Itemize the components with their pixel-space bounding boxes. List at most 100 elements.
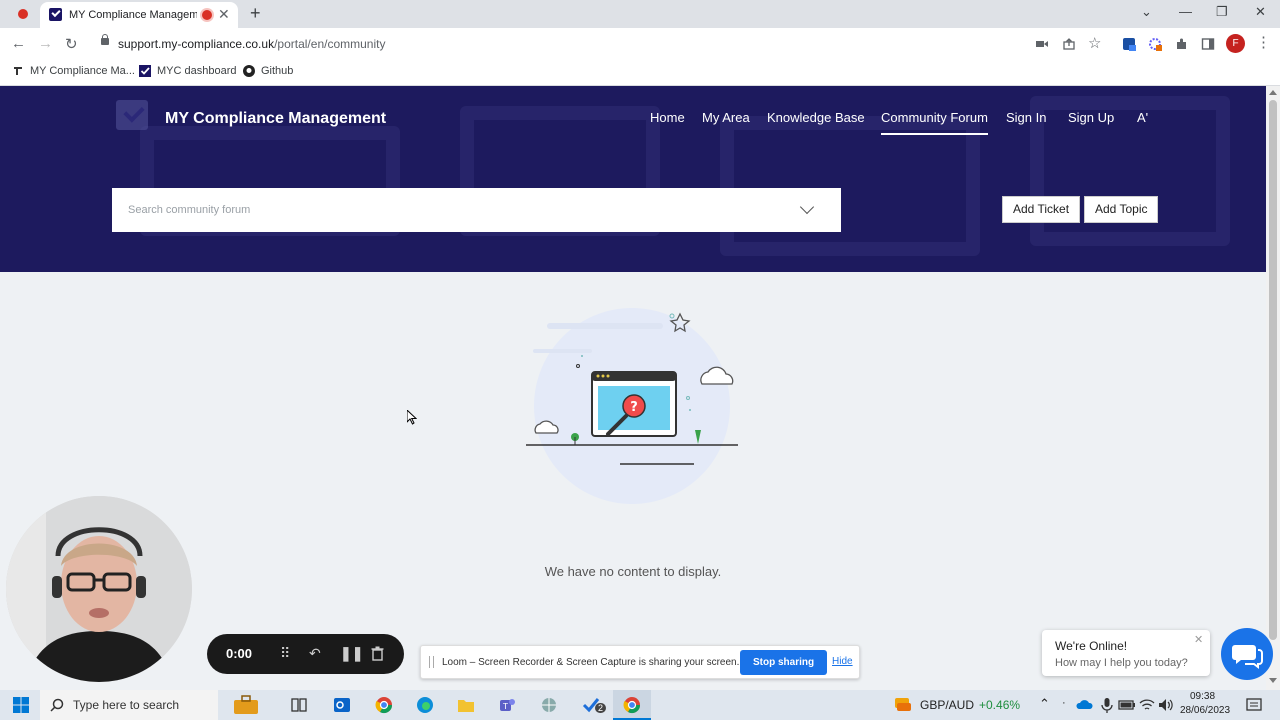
add-ticket-button[interactable]: Add Ticket	[1002, 196, 1081, 223]
bookmark-label: Github	[261, 65, 294, 77]
accessibility-font-icon[interactable]: A'	[1137, 110, 1148, 125]
minimize-icon[interactable]: —	[1179, 4, 1192, 19]
share-message: Loom – Screen Recorder & Screen Capture …	[442, 657, 740, 668]
nav-home[interactable]: Home	[650, 110, 685, 125]
globe-app-icon[interactable]	[540, 696, 558, 714]
chat-close-icon[interactable]: ✕	[1194, 633, 1203, 646]
address-bar[interactable]: support.my-compliance.co.uk/portal/en/co…	[92, 32, 1112, 56]
tray-chevron-icon[interactable]: ⌃	[1039, 696, 1050, 712]
windows-start-icon[interactable]	[12, 696, 30, 714]
outlook-icon[interactable]	[333, 696, 351, 714]
url-text: support.my-compliance.co.uk/portal/en/co…	[118, 37, 386, 51]
window-close-icon[interactable]: ✕	[1255, 4, 1266, 20]
scroll-up-icon[interactable]	[1269, 90, 1277, 95]
taskbar-search[interactable]: Type here to search	[40, 690, 258, 720]
microphone-icon[interactable]	[1098, 696, 1116, 714]
scrollbar-thumb[interactable]	[1269, 100, 1277, 640]
bookmark-myc-dashboard[interactable]: MYC dashboard	[139, 65, 237, 77]
mouse-cursor-icon	[407, 410, 417, 425]
nav-my-area[interactable]: My Area	[702, 110, 750, 125]
add-topic-button[interactable]: Add Topic	[1084, 196, 1159, 223]
search-input[interactable]	[112, 188, 792, 232]
undo-icon[interactable]: ↶	[309, 645, 321, 662]
share-icon[interactable]	[1062, 37, 1076, 51]
bookmark-my-compliance[interactable]: MY Compliance Ma...	[12, 65, 135, 77]
chrome-icon[interactable]	[375, 696, 393, 714]
clock-date[interactable]: 28/06/2023	[1180, 705, 1230, 716]
currency-change: +0.46%	[979, 698, 1021, 712]
browser-tab-active[interactable]: MY Compliance Managem ✕	[40, 2, 238, 28]
volume-icon[interactable]	[1157, 696, 1175, 714]
onedrive-icon[interactable]	[1076, 696, 1094, 714]
nav-sign-in[interactable]: Sign In	[1006, 110, 1046, 125]
taskbar-chrome-active[interactable]	[613, 690, 651, 720]
restore-icon[interactable]: ❐	[1216, 4, 1228, 20]
forward-icon[interactable]: →	[38, 35, 53, 52]
wifi-icon[interactable]	[1138, 696, 1156, 714]
extension-blue-icon[interactable]	[1122, 37, 1136, 51]
extensions-puzzle-icon[interactable]	[1175, 37, 1189, 51]
hide-link[interactable]: Hide	[832, 656, 853, 667]
bookmark-star-icon[interactable]: ☆	[1088, 34, 1101, 52]
browser-toolbar: ← → ↻ support.my-compliance.co.uk/portal…	[0, 28, 1280, 60]
recording-indicator-icon	[18, 9, 28, 19]
trash-icon[interactable]	[371, 646, 384, 661]
tab-title: MY Compliance Managem	[69, 9, 197, 21]
chrome-active-icon	[623, 697, 641, 714]
chat-title: We're Online!	[1055, 639, 1128, 653]
svg-text:?: ?	[630, 400, 638, 415]
drag-grid-icon[interactable]: ⠿	[280, 645, 290, 662]
file-explorer-icon[interactable]	[457, 696, 475, 714]
briefcase-icon	[234, 695, 258, 714]
page-scrollbar[interactable]	[1266, 86, 1280, 690]
github-icon	[243, 65, 255, 77]
empty-state-illustration: ?	[526, 308, 738, 504]
extension-loom-icon[interactable]	[1148, 37, 1162, 51]
bookmark-label: MYC dashboard	[157, 65, 237, 77]
currency-widget-icon[interactable]	[893, 695, 911, 713]
site-logo-icon[interactable]	[116, 100, 148, 130]
edge-icon[interactable]	[416, 696, 434, 714]
bookmark-github[interactable]: Github	[243, 65, 293, 77]
checkmark-favicon-icon	[139, 65, 151, 77]
site-brand[interactable]: MY Compliance Management	[165, 110, 386, 128]
currency-pair[interactable]: GBP/AUD	[920, 698, 974, 712]
recording-timer: 0:00	[226, 646, 253, 661]
screen-share-notification: Loom – Screen Recorder & Screen Capture …	[420, 645, 860, 679]
nav-knowledge-base[interactable]: Knowledge Base	[767, 110, 865, 125]
search-icon	[50, 698, 64, 712]
chevron-down-icon[interactable]	[799, 199, 815, 215]
taskbar-search-placeholder: Type here to search	[73, 698, 180, 712]
battery-icon[interactable]	[1118, 696, 1136, 714]
new-tab-button[interactable]: +	[250, 3, 261, 24]
teams-icon[interactable]: T	[498, 696, 516, 714]
side-panel-icon[interactable]	[1201, 37, 1215, 51]
community-search-box	[112, 188, 841, 232]
notification-center-icon[interactable]	[1245, 696, 1263, 714]
tray-dot-icon[interactable]: ·	[1062, 697, 1066, 709]
back-icon[interactable]: ←	[11, 35, 26, 52]
drag-handle-icon[interactable]	[429, 656, 434, 668]
profile-avatar[interactable]: F	[1226, 34, 1245, 53]
clock-time[interactable]: 09:38	[1190, 691, 1215, 702]
pause-icon[interactable]: ❚❚	[340, 645, 363, 662]
webcam-bubble[interactable]	[6, 496, 192, 682]
nav-sign-up[interactable]: Sign Up	[1068, 110, 1114, 125]
chat-launcher-button[interactable]	[1221, 628, 1273, 680]
camera-icon[interactable]	[1035, 37, 1049, 51]
bookmark-favicon-icon	[14, 67, 22, 75]
bookmark-label: MY Compliance Ma...	[30, 65, 135, 77]
task-view-icon[interactable]	[290, 696, 308, 714]
tab-close-icon[interactable]: ✕	[218, 6, 230, 23]
tab-recording-icon	[202, 10, 212, 20]
reload-icon[interactable]: ↻	[65, 35, 78, 53]
svg-text:T: T	[502, 702, 508, 711]
tab-search-chevron-icon[interactable]: ⌄	[1141, 4, 1152, 20]
bookmarks-bar: MY Compliance Ma... MYC dashboard Github	[0, 60, 1280, 86]
chat-greeting-bubble[interactable]: We're Online! How may I help you today? …	[1042, 630, 1210, 676]
chat-icon	[1232, 645, 1263, 669]
site-favicon-icon	[49, 8, 62, 21]
stop-sharing-button[interactable]: Stop sharing	[740, 650, 828, 675]
nav-community-forum[interactable]: Community Forum	[881, 110, 988, 135]
browser-menu-icon[interactable]: ⋮	[1256, 33, 1271, 51]
